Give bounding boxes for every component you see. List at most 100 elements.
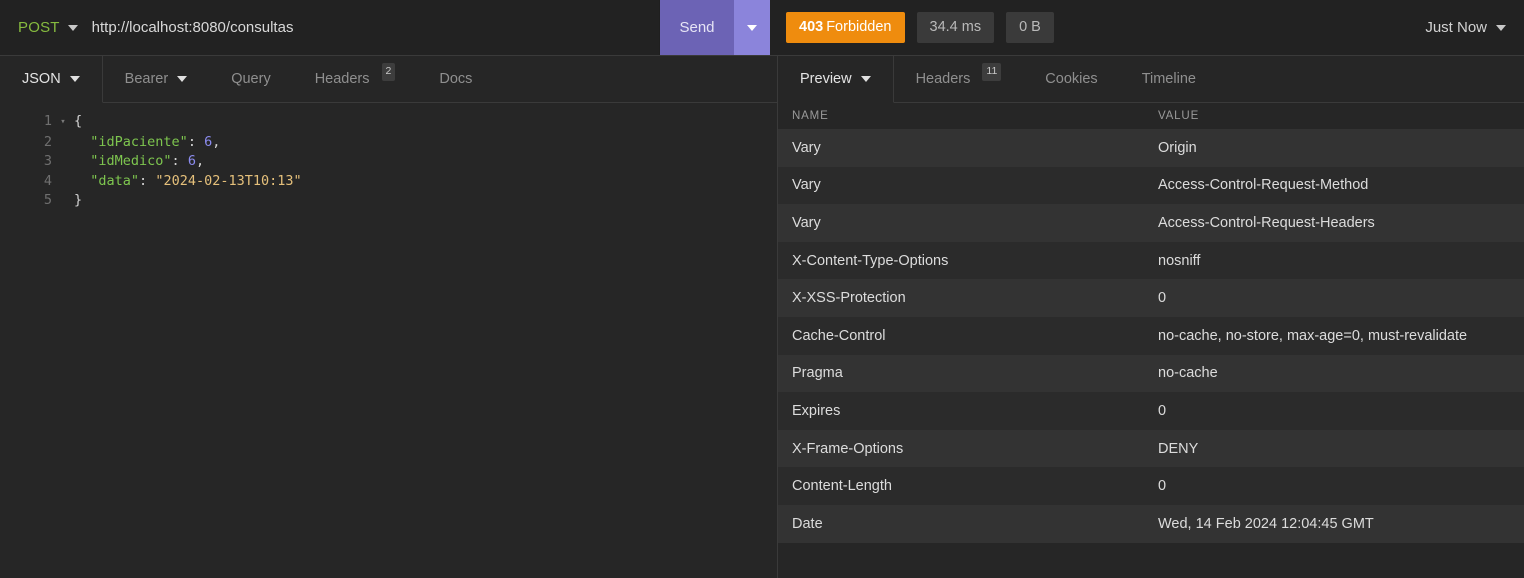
- tab-query-label: Query: [231, 71, 271, 87]
- table-row[interactable]: Date Wed, 14 Feb 2024 12:04:45 GMT: [778, 504, 1524, 543]
- line-number: 4: [43, 172, 52, 189]
- code-token: "data": [90, 172, 140, 189]
- header-name-cell: X-XSS-Protection: [792, 290, 906, 307]
- header-value-cell: no-cache: [1158, 365, 1218, 382]
- tab-body-type-label: JSON: [22, 71, 61, 87]
- code-line: 2 "idPaciente": 6,: [0, 133, 777, 153]
- url-bar[interactable]: POST http://localhost:8080/consultas: [0, 0, 660, 55]
- api-client-window: POST http://localhost:8080/consultas Sen…: [0, 0, 1524, 578]
- tab-auth-type-label: Bearer: [124, 71, 169, 87]
- code-line: 3 "idMedico": 6,: [0, 152, 777, 172]
- chevron-down-icon: [747, 24, 757, 31]
- tab-request-headers[interactable]: Headers 2: [293, 56, 418, 102]
- code-token: "idMedico": [90, 153, 172, 170]
- code-token: }: [74, 192, 83, 209]
- response-headers-count-badge: 11: [982, 63, 1002, 81]
- http-method-label[interactable]: POST: [18, 19, 60, 36]
- code-text: }: [70, 191, 82, 211]
- status-text: Forbidden: [826, 19, 892, 35]
- response-headers-table: NAME VALUE Vary Origin Vary Access-Control-…: [778, 103, 1524, 578]
- header-value-cell: nosniff: [1158, 252, 1201, 269]
- tab-response-headers-label: Headers: [915, 71, 971, 87]
- header-value-cell: DENY: [1158, 440, 1199, 457]
- header-name-cell: X-Frame-Options: [792, 440, 904, 457]
- request-body-editor[interactable]: 1 ▾{2 "idPaciente": 6, 3 "idMedico": 6, 4 "…: [0, 103, 777, 578]
- history-timestamp-label: Just Now: [1425, 19, 1487, 36]
- code-token: :: [187, 133, 205, 150]
- chevron-down-icon: [177, 76, 188, 82]
- fold-toggle-icon[interactable]: ▾: [56, 112, 70, 133]
- tab-auth-type[interactable]: Bearer: [103, 56, 210, 102]
- table-row[interactable]: Vary Origin: [778, 129, 1524, 167]
- header-name-cell: Pragma: [792, 365, 843, 382]
- code-token: "2024-02-13T10:13": [155, 172, 302, 189]
- send-options-button[interactable]: [734, 0, 770, 55]
- header-name-cell: Vary: [792, 139, 821, 156]
- tab-query[interactable]: Query: [209, 56, 293, 102]
- status-badge: 403 Forbidden: [786, 12, 905, 43]
- chevron-down-icon: [860, 76, 871, 82]
- request-pane: JSON Bearer Query Headers 2 Docs 1 ▾ {2…: [0, 56, 778, 578]
- table-bottom-edge: [778, 542, 1524, 551]
- send-button[interactable]: Send: [660, 0, 734, 55]
- chevron-down-icon[interactable]: [67, 24, 78, 31]
- code-text: "idPaciente": 6,: [70, 133, 220, 153]
- table-row[interactable]: X-Frame-Options DENY: [778, 429, 1524, 468]
- response-size-chip: 0 B: [1006, 12, 1054, 43]
- table-row[interactable]: Vary Access-Control-Request-Method: [778, 166, 1524, 205]
- tab-docs[interactable]: Docs: [417, 56, 494, 102]
- code-text: {: [70, 112, 82, 132]
- body-split: JSON Bearer Query Headers 2 Docs 1 ▾ {2…: [0, 56, 1524, 578]
- header-name-cell: Cache-Control: [792, 327, 886, 344]
- table-row[interactable]: Cache-Control no-cache, no-store, max-age…: [778, 316, 1524, 355]
- code-token: ,: [195, 153, 205, 170]
- code-line: 5}: [0, 191, 777, 211]
- request-tab-bar: JSON Bearer Query Headers 2 Docs: [0, 56, 777, 103]
- code-token: "idPaciente": [90, 133, 188, 150]
- code-text: "data": "2024-02-13T10:13": [70, 172, 302, 192]
- header-value-cell: Access-Control-Request-Method: [1158, 177, 1369, 194]
- code-token: :: [171, 153, 188, 170]
- header-name-cell: Content-Length: [792, 478, 892, 495]
- table-row[interactable]: Expires 0: [778, 392, 1524, 430]
- header-name-cell: Expires: [792, 402, 841, 419]
- tab-body-type[interactable]: JSON: [0, 56, 103, 103]
- response-time-chip: 34.4 ms: [916, 12, 995, 43]
- tab-timeline-label: Timeline: [1141, 71, 1196, 87]
- tab-preview[interactable]: Preview: [778, 56, 894, 103]
- table-row[interactable]: Vary Access-Control-Request-Headers: [778, 204, 1524, 242]
- tab-cookies[interactable]: Cookies: [1023, 56, 1119, 102]
- code-line: 1 ▾{: [0, 112, 777, 133]
- chevron-down-icon: [1496, 24, 1506, 31]
- header-name-cell: X-Content-Type-Options: [792, 252, 949, 269]
- response-status-bar: 403 Forbidden 34.4 ms 0 B Just Now: [770, 0, 1524, 55]
- tab-response-headers[interactable]: Headers 11: [894, 56, 1024, 102]
- column-header-value: VALUE: [1158, 110, 1200, 122]
- code-token: ,: [212, 133, 221, 150]
- table-row[interactable]: X-XSS-Protection 0: [778, 279, 1524, 317]
- header-value-cell: Access-Control-Request-Headers: [1158, 214, 1375, 231]
- line-number: 1: [43, 113, 52, 129]
- history-timestamp-dropdown[interactable]: Just Now: [1425, 19, 1524, 36]
- table-row[interactable]: X-Content-Type-Options nosniff: [778, 241, 1524, 280]
- line-number: 3: [43, 153, 52, 170]
- header-value-cell: 0: [1158, 478, 1167, 495]
- table-row[interactable]: Pragma no-cache: [778, 354, 1524, 393]
- header-value-cell: Wed, 14 Feb 2024 12:04:45 GMT: [1158, 515, 1374, 532]
- table-row[interactable]: Content-Length 0: [778, 467, 1524, 505]
- header-name-cell: Date: [792, 515, 823, 532]
- line-number: 5: [43, 192, 52, 209]
- tab-timeline[interactable]: Timeline: [1120, 56, 1218, 102]
- header-value-cell: no-cache, no-store, max-age=0, must-reva…: [1158, 327, 1468, 344]
- url-input[interactable]: http://localhost:8080/consultas: [92, 19, 294, 36]
- column-header-name: NAME: [792, 110, 829, 122]
- code-token: 6: [204, 133, 213, 150]
- code-token: 6: [187, 153, 196, 170]
